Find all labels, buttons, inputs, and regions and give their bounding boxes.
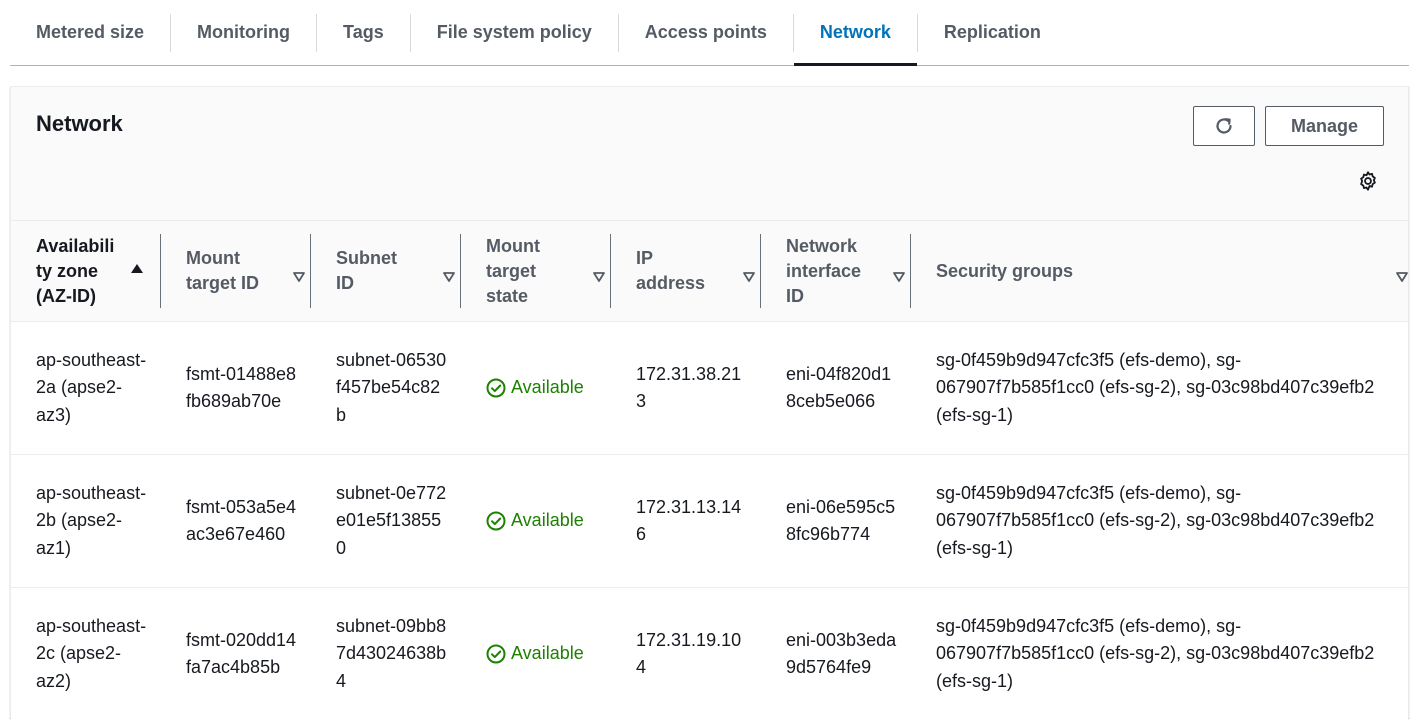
column-header-subnet-id[interactable]: Subnet ID xyxy=(311,221,461,321)
cell-mount-target-state: Available xyxy=(461,588,611,720)
table-row[interactable]: ap-southeast-2c (apse2-az2) fsmt-020dd14… xyxy=(11,588,1408,720)
column-header-mount-target-state[interactable]: Mount target state xyxy=(461,221,611,321)
refresh-icon xyxy=(1216,118,1232,134)
column-header-label: Network interface ID xyxy=(786,235,862,306)
cell-subnet-id: subnet-09bb87d43024638b4 xyxy=(336,615,447,691)
tab-monitoring[interactable]: Monitoring xyxy=(171,0,316,65)
sort-ascending-icon xyxy=(131,264,143,273)
status-label: Available xyxy=(511,377,584,398)
cell-availability-zone: ap-southeast-2c (apse2-az2) xyxy=(36,615,147,691)
tab-network[interactable]: Network xyxy=(793,0,917,66)
status-badge: Available xyxy=(486,640,584,668)
status-label: Available xyxy=(511,643,584,664)
cell-subnet-id: subnet-0e772e01e5f138550 xyxy=(336,482,447,558)
panel-title: Network xyxy=(36,111,123,136)
cell-security-groups: sg-0f459b9d947cfc3f5 (efs-demo), sg-0679… xyxy=(936,615,1375,691)
column-header-ip-address[interactable]: IP address xyxy=(611,221,761,321)
table-row[interactable]: ap-southeast-2b (apse2-az1) fsmt-053a5e4… xyxy=(11,455,1408,588)
column-header-mount-target-id[interactable]: Mount target ID xyxy=(161,221,311,321)
tab-tags[interactable]: Tags xyxy=(317,0,410,65)
cell-mount-target-id: fsmt-020dd14fa7ac4b85b xyxy=(186,629,297,678)
manage-button[interactable]: Manage xyxy=(1265,106,1384,146)
status-badge: Available xyxy=(486,507,584,535)
cell-availability-zone: ap-southeast-2a (apse2-az3) xyxy=(36,349,147,425)
tab-file-system-policy[interactable]: File system policy xyxy=(411,0,618,65)
cell-availability-zone: ap-southeast-2b (apse2-az1) xyxy=(36,482,147,558)
check-circle-icon xyxy=(486,511,506,531)
cell-network-interface-id: eni-04f820d18ceb5e066 xyxy=(786,363,892,412)
cell-network-interface-id: eni-003b3eda9d5764fe9 xyxy=(786,629,897,678)
column-header-network-interface-id[interactable]: Network interface ID xyxy=(761,221,911,321)
network-panel: Network Manage Availability zone (AZ-ID)… xyxy=(10,86,1409,720)
cell-ip-address: 172.31.19.104 xyxy=(636,629,742,678)
table-header: Availability zone (AZ-ID) Mount target I… xyxy=(11,221,1408,322)
column-header-label: IP address xyxy=(636,248,706,293)
column-header-label: Subnet ID xyxy=(336,248,397,293)
check-circle-icon xyxy=(486,644,506,664)
cell-mount-target-state: Available xyxy=(461,455,611,587)
cell-subnet-id: subnet-06530f457be54c82b xyxy=(336,349,447,425)
cell-mount-target-id: fsmt-01488e8fb689ab70e xyxy=(186,363,297,412)
cell-mount-target-id: fsmt-053a5e4ac3e67e460 xyxy=(186,496,297,545)
cell-ip-address: 172.31.13.146 xyxy=(636,496,742,545)
gear-icon[interactable] xyxy=(1357,170,1379,192)
refresh-button[interactable] xyxy=(1193,106,1255,146)
column-header-availability-zone[interactable]: Availability zone (AZ-ID) xyxy=(11,221,161,321)
column-header-security-groups[interactable]: Security groups xyxy=(911,221,1408,321)
status-badge: Available xyxy=(486,374,584,402)
column-header-label: Availability zone (AZ-ID) xyxy=(36,235,115,306)
column-header-label: Security groups xyxy=(936,260,1074,281)
status-label: Available xyxy=(511,510,584,531)
column-header-label: Mount target state xyxy=(486,235,540,306)
tab-replication[interactable]: Replication xyxy=(918,0,1067,65)
tab-metered-size[interactable]: Metered size xyxy=(10,0,170,65)
tab-access-points[interactable]: Access points xyxy=(619,0,793,65)
column-header-label: Mount target ID xyxy=(186,248,260,293)
cell-network-interface-id: eni-06e595c58fc96b774 xyxy=(786,496,896,545)
table-row[interactable]: ap-southeast-2a (apse2-az3) fsmt-01488e8… xyxy=(11,322,1408,455)
mount-targets-table: Availability zone (AZ-ID) Mount target I… xyxy=(11,220,1408,720)
tab-bar: Metered size Monitoring Tags File system… xyxy=(10,0,1409,66)
cell-mount-target-state: Available xyxy=(461,322,611,454)
cell-security-groups: sg-0f459b9d947cfc3f5 (efs-demo), sg-0679… xyxy=(936,349,1375,425)
check-circle-icon xyxy=(486,378,506,398)
cell-security-groups: sg-0f459b9d947cfc3f5 (efs-demo), sg-0679… xyxy=(936,482,1375,558)
cell-ip-address: 172.31.38.213 xyxy=(636,363,742,412)
